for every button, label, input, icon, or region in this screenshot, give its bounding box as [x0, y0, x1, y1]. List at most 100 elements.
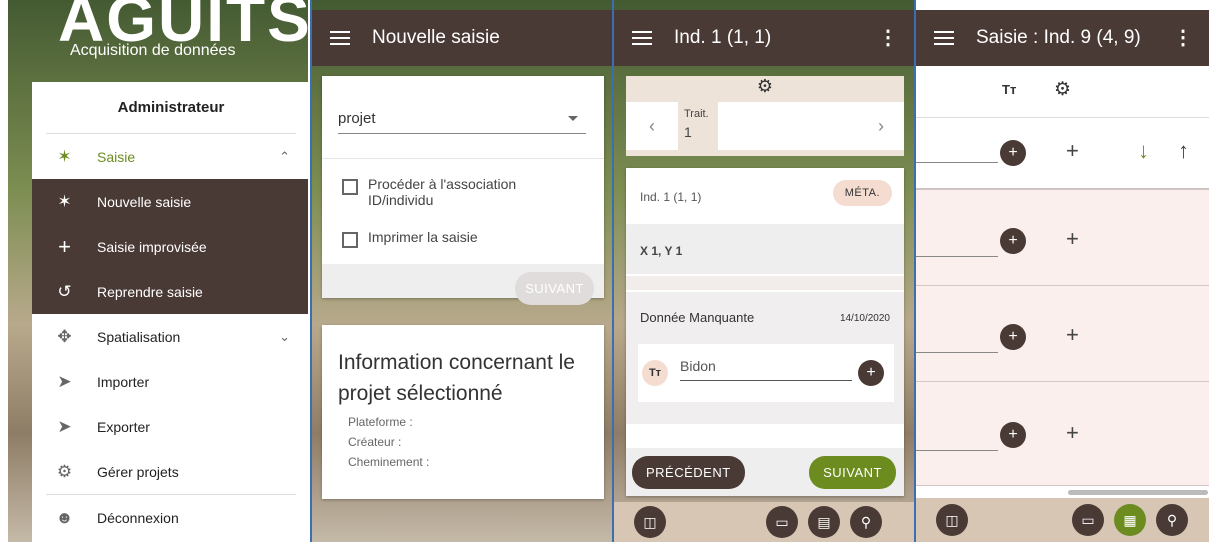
menu-item-saisie[interactable]: ✶ Saisie ⌃ [32, 134, 308, 179]
bottom-toolbar: ◫ ▭ ▤ ⚲ [614, 502, 914, 542]
menu-icon[interactable] [632, 31, 652, 45]
gear-icon[interactable]: ⚙ [626, 76, 904, 100]
trait-tab[interactable]: Trait. 1 [678, 102, 718, 150]
next-trait-arrow[interactable]: › [878, 102, 884, 150]
plus-icon[interactable]: + [1066, 420, 1079, 446]
individual-label: Ind. 1 (1, 1) [640, 190, 702, 204]
missing-data-date: 14/10/2020 [839, 313, 890, 324]
menu-header: Administrateur [46, 82, 296, 134]
menu-item-label: Saisie [97, 148, 136, 165]
menu-item-gerer-projets[interactable]: ⚙ Gérer projets [32, 449, 308, 494]
checkbox-box[interactable] [342, 232, 358, 248]
app-subtitle: Acquisition de données [70, 42, 236, 59]
table-header: Tт ⚙ [916, 66, 1209, 118]
app-bar: Nouvelle saisie [312, 10, 612, 66]
text-field-row: Tт Bidon + [638, 344, 894, 402]
divider [322, 158, 604, 159]
menu-icon[interactable] [330, 31, 350, 45]
plus-icon[interactable]: + [1066, 138, 1079, 164]
add-circle-icon[interactable]: + [1000, 140, 1026, 166]
table-row: + + [916, 286, 1209, 382]
lock-icon[interactable]: ⚲ [850, 506, 882, 538]
trait-label: Trait. [684, 108, 709, 120]
missing-data-label: Donnée Manquante [640, 310, 755, 325]
table-view-icon[interactable]: ▦ [1114, 504, 1146, 536]
path-label: Cheminement : [348, 455, 430, 469]
previous-button[interactable]: PRÉCÉDENT [632, 456, 745, 489]
individual-entry-panel: Ind. 1 (1, 1) ⋮ ⚙ ‹ Trait. 1 › Ind. 1 (1… [614, 0, 914, 542]
app-bar-title: Ind. 1 (1, 1) [674, 27, 772, 48]
app-bar: Ind. 1 (1, 1) ⋮ [614, 10, 914, 66]
send-icon: ➤ [57, 416, 72, 436]
list-view-icon[interactable]: ▤ [808, 506, 840, 538]
next-button[interactable]: SUIVANT [515, 272, 594, 305]
app-bar-title: Saisie : Ind. 9 (4, 9) [976, 27, 1141, 48]
table-row: + + [916, 190, 1209, 286]
add-circle-icon[interactable]: + [858, 360, 884, 386]
drawer-menu: Administrateur ✶ Saisie ⌃ ✶ Nouvelle sai… [32, 82, 308, 542]
value-input[interactable]: Bidon [680, 358, 852, 381]
text-type-header: Tт [1002, 82, 1017, 97]
arrow-down-icon[interactable]: ↓ [1138, 138, 1149, 164]
project-info-card: Information concernant le projet sélecti… [322, 325, 604, 499]
send-icon: ➤ [57, 371, 72, 391]
menu-item-label: Déconnexion [97, 509, 179, 526]
spacer [626, 276, 904, 290]
table-entry-panel: Saisie : Ind. 9 (4, 9) ⋮ Tт ⚙ + + ↓ ↑ + … [916, 0, 1209, 542]
menu-item-label: Importer [97, 373, 150, 390]
trait-navigator: ⚙ ‹ Trait. 1 › [626, 76, 904, 156]
association-checkbox[interactable]: Procéder à l'association ID/individu [342, 176, 572, 208]
menu-item-exporter[interactable]: ➤ Exporter [32, 404, 308, 449]
menu-item-saisie-improvisee[interactable]: + Saisie improvisée [32, 224, 308, 269]
add-circle-icon[interactable]: + [1000, 324, 1026, 350]
next-button[interactable]: SUIVANT [809, 456, 896, 489]
menu-item-deconnexion[interactable]: ☻ Déconnexion [32, 495, 308, 540]
platform-label: Plateforme : [348, 415, 413, 429]
chevron-up-icon: ⌃ [279, 148, 290, 164]
value-input[interactable] [916, 162, 998, 163]
text-type-badge: Tт [642, 360, 668, 386]
value-input[interactable] [916, 450, 998, 451]
app-bar-title: Nouvelle saisie [372, 27, 500, 48]
single-view-icon[interactable]: ▭ [766, 506, 798, 538]
project-select[interactable]: projet [338, 110, 586, 134]
gear-icon[interactable]: ⚙ [1054, 78, 1071, 101]
project-selection-card: projet Procéder à l'association ID/indiv… [322, 76, 604, 305]
add-document-icon[interactable]: ◫ [634, 506, 666, 538]
creator-label: Créateur : [348, 435, 402, 449]
add-document-icon[interactable]: ◫ [936, 504, 968, 536]
plus-icon[interactable]: + [1066, 322, 1079, 348]
meta-button[interactable]: MÉTA. [832, 180, 892, 206]
value-input[interactable] [916, 256, 998, 257]
plus-icon[interactable]: + [1066, 226, 1079, 252]
move-icon: ✥ [57, 326, 72, 346]
previous-trait-arrow[interactable]: ‹ [626, 102, 678, 150]
history-icon: ↺ [57, 281, 72, 301]
chevron-down-icon: ⌄ [279, 328, 290, 344]
menu-item-label: Gérer projets [97, 463, 179, 480]
more-vert-icon[interactable]: ⋮ [878, 28, 898, 48]
value-input[interactable] [916, 352, 998, 353]
single-view-icon[interactable]: ▭ [1072, 504, 1104, 536]
menu-item-label: Exporter [97, 418, 150, 435]
add-circle-icon[interactable]: + [1000, 422, 1026, 448]
menu-item-spatialisation[interactable]: ✥ Spatialisation ⌄ [32, 314, 308, 359]
menu-item-nouvelle-saisie[interactable]: ✶ Nouvelle saisie [32, 179, 308, 224]
horizontal-scrollbar[interactable] [1068, 490, 1208, 495]
navigation-drawer-panel: AGUITS Acquisition de données Administra… [8, 0, 308, 542]
arrow-up-icon[interactable]: ↑ [1178, 138, 1189, 164]
print-checkbox[interactable]: Imprimer la saisie [342, 229, 478, 248]
lock-icon[interactable]: ⚲ [1156, 504, 1188, 536]
add-circle-icon[interactable]: + [1000, 228, 1026, 254]
menu-item-label: Reprendre saisie [97, 283, 203, 300]
menu-icon[interactable] [934, 31, 954, 45]
leaf-icon: ✶ [57, 146, 72, 166]
menu-item-importer[interactable]: ➤ Importer [32, 359, 308, 404]
menu-item-label: Spatialisation [97, 328, 181, 345]
trait-tab-blank [718, 102, 904, 150]
plus-icon: + [58, 233, 71, 259]
leaf-icon: ✶ [57, 191, 72, 211]
menu-item-reprendre-saisie[interactable]: ↺ Reprendre saisie [32, 269, 308, 314]
checkbox-box[interactable] [342, 179, 358, 195]
more-vert-icon[interactable]: ⋮ [1173, 28, 1193, 48]
